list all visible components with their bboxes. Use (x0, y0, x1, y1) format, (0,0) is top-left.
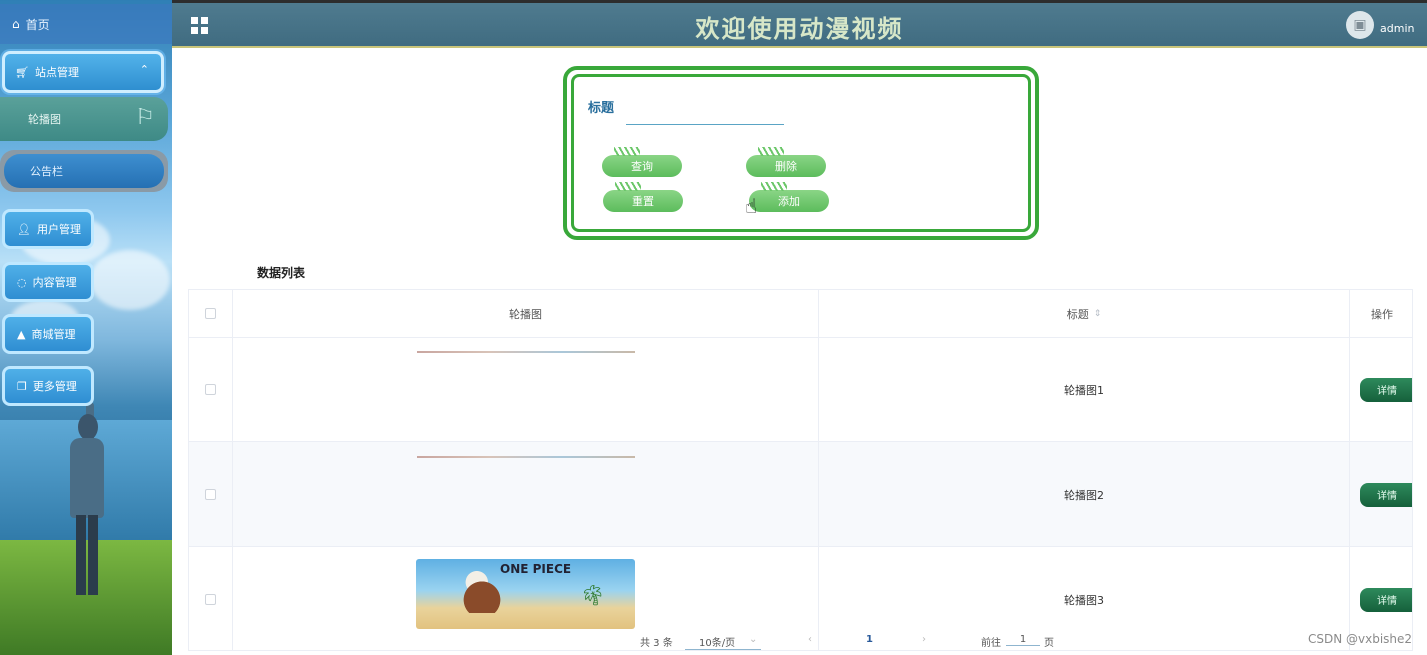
detail-button[interactable]: 详情 (1360, 587, 1412, 612)
table-header: 轮播图 标题 ⇕ 操作 (189, 290, 1412, 338)
sidebar-item-label: 首页 (25, 17, 50, 32)
page-size-select[interactable]: 10条/页 ⌄ (685, 634, 761, 650)
row-checkbox[interactable] (205, 489, 216, 500)
sidebar-item-more[interactable]: ❐ 更多管理 (2, 366, 94, 406)
select-all-checkbox[interactable] (205, 308, 216, 319)
page-title: 欢迎使用动漫视频 (695, 15, 904, 43)
sidebar-item-content[interactable]: ◌ 内容管理 (2, 262, 94, 302)
reset-button[interactable]: 重置 (603, 182, 683, 212)
sidebar-cloud (90, 250, 170, 310)
reset-button-label: 重置 (632, 195, 654, 208)
hand-cursor-icon: ☝ (745, 194, 758, 218)
watermark: CSDN @vxbishe2 (1308, 632, 1413, 646)
row-title: 轮播图2 (819, 442, 1350, 547)
page-unit: 页 (1044, 638, 1054, 649)
detail-button[interactable]: 详情 (1360, 482, 1412, 507)
copy-icon: ❐ (17, 379, 27, 393)
bag-icon: ▲ (17, 327, 26, 341)
header-divider (172, 46, 1427, 48)
page-size-value: 10条/页 (699, 638, 736, 649)
data-table: 轮播图 标题 ⇕ 操作 轮播图1 详情 轮播图2 详情 ONE PIECE 🌴︎… (188, 289, 1413, 651)
column-header-image: 轮播图 (233, 290, 819, 337)
row-checkbox-cell (189, 442, 233, 547)
sidebar-item-shop[interactable]: ▲ 商城管理 (2, 314, 94, 354)
chat-icon: ◌ (17, 275, 27, 289)
query-button[interactable]: 查询 (602, 147, 682, 177)
total-count: 共 3 条 (640, 638, 673, 649)
row-action-cell: 详情 (1350, 337, 1412, 442)
row-checkbox-cell (189, 547, 233, 650)
thumbnail-logo-text: ONE PIECE (500, 561, 572, 576)
title-search-input[interactable] (626, 104, 784, 125)
goto-page-input[interactable]: 1 (1006, 634, 1040, 646)
cart-icon: 🛒︎ (15, 65, 29, 79)
sidebar-item-label: 内容管理 (32, 276, 77, 289)
title-label: 标题 (588, 101, 615, 116)
chevron-down-icon: ⌄ (749, 634, 758, 645)
sidebar-item-label: 站点管理 (34, 66, 79, 79)
column-header-title-label: 标题 (1066, 307, 1089, 321)
table-row: 轮播图2 详情 (189, 442, 1412, 547)
chevron-up-icon: ⌃ (139, 63, 149, 76)
palm-tree-icon: 🌴︎ (580, 582, 606, 607)
sidebar-item-label: 公告栏 (30, 165, 63, 178)
next-page-button[interactable]: › (922, 634, 926, 645)
sidebar-item-label: 轮播图 (28, 113, 61, 126)
row-image-cell (233, 337, 819, 442)
delete-button-label: 删除 (775, 160, 797, 173)
carousel-thumbnail[interactable]: ONE PIECE 🌴︎ (416, 558, 635, 629)
home-icon: ⌂ (12, 17, 20, 31)
current-page[interactable]: 1 (866, 634, 873, 645)
carousel-thumbnail[interactable] (416, 350, 635, 353)
row-title: 轮播图3 (819, 547, 1350, 650)
sidebar-item-label: 商城管理 (31, 328, 76, 341)
row-checkbox[interactable] (205, 594, 216, 605)
sort-icon[interactable]: ⇕ (1094, 309, 1102, 319)
goto-label: 前往 (981, 638, 1001, 649)
detail-button[interactable]: 详情 (1360, 377, 1412, 402)
add-button[interactable]: 添加 (749, 182, 829, 212)
row-checkbox[interactable] (205, 384, 216, 395)
add-button-label: 添加 (778, 195, 800, 208)
prev-page-button[interactable]: ‹ (808, 634, 812, 645)
sidebar-character (70, 402, 104, 600)
sidebar-item-site-management[interactable]: 🛒︎ 站点管理 ⌃ (2, 51, 164, 93)
delete-button[interactable]: 删除 (746, 147, 826, 177)
sidebar-subitem-carousel[interactable]: 轮播图 ⚐ (0, 97, 168, 141)
top-bar: 欢迎使用动漫视频 ▣ admin (172, 0, 1427, 48)
table-row: ONE PIECE 🌴︎ 轮播图3 详情 (189, 547, 1412, 650)
table-row: 轮播图1 详情 (189, 337, 1412, 442)
row-action-cell: 详情 (1350, 442, 1412, 547)
signpost-icon: ⚐ (135, 105, 155, 130)
row-image-cell (233, 442, 819, 547)
sidebar-item-label: 更多管理 (32, 380, 77, 393)
sidebar-item-users[interactable]: 👤︎ 用户管理 (2, 209, 94, 249)
row-title: 轮播图1 (819, 337, 1350, 442)
row-checkbox-cell (189, 337, 233, 442)
sidebar-subitem-notice[interactable]: 公告栏 (0, 150, 168, 192)
select-all-cell (189, 290, 233, 337)
sidebar: ⌂ 首页 🛒︎ 站点管理 ⌃ 轮播图 ⚐ 公告栏 👤︎ 用户管理 ◌ 内容管理 … (0, 0, 172, 655)
sidebar-item-label: 用户管理 (36, 223, 81, 236)
user-icon: 👤︎ (17, 222, 31, 236)
avatar[interactable]: ▣ (1346, 11, 1374, 39)
column-header-title[interactable]: 标题 ⇕ (819, 290, 1350, 337)
carousel-thumbnail[interactable] (416, 455, 635, 458)
username[interactable]: admin (1380, 22, 1414, 35)
data-list-title: 数据列表 (257, 266, 306, 280)
query-button-label: 查询 (631, 160, 653, 173)
column-header-action: 操作 (1371, 307, 1393, 321)
sidebar-item-home[interactable]: ⌂ 首页 (0, 4, 172, 44)
image-icon: ▣ (1353, 17, 1367, 33)
